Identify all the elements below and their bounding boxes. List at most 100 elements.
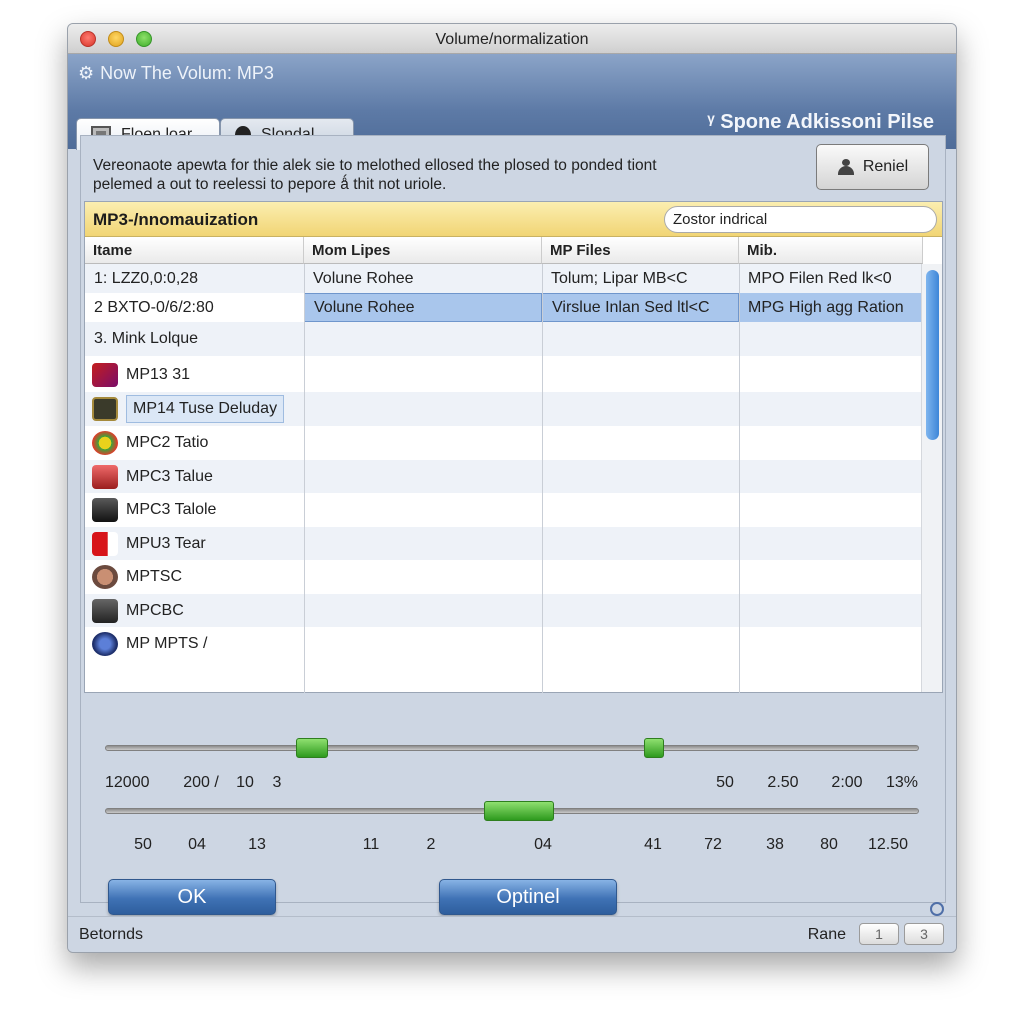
column-header-4[interactable]: Mib.: [739, 237, 923, 264]
terminal-icon: [92, 498, 118, 522]
cell-value: [739, 392, 923, 426]
cell-name: MP14 Tuse Deluday: [85, 392, 304, 426]
slider-2-label: 2: [426, 836, 436, 853]
slider-2-label: 13: [248, 836, 266, 853]
table-row[interactable]: MPCBC: [85, 594, 923, 627]
file-list-panel: MP3-/nnomauization Zostor indrical Itame…: [84, 201, 943, 693]
slider-1-handle-left[interactable]: [296, 738, 328, 758]
flower-icon: [92, 431, 118, 455]
page-button-1[interactable]: 1: [859, 923, 899, 945]
reset-button[interactable]: Reniel: [816, 144, 929, 190]
title-bar: Volume/normalization: [68, 24, 956, 54]
slider-1-label: 10: [236, 774, 254, 791]
cell-value: [542, 493, 739, 527]
cell-value: [304, 392, 542, 426]
cell-value: [739, 527, 923, 560]
gear-icon[interactable]: ⚙: [78, 63, 94, 84]
column-header-3[interactable]: MP Files: [542, 237, 739, 264]
column-header-2[interactable]: Mom Lipes: [304, 237, 542, 264]
page-button-2[interactable]: 3: [904, 923, 944, 945]
cell-value: [542, 392, 739, 426]
range-slider-1[interactable]: [105, 738, 919, 758]
table-row[interactable]: MPC2 Tatio: [85, 426, 923, 460]
table-row[interactable]: MPC3 Talue: [85, 460, 923, 493]
cell-value: [304, 594, 542, 627]
cell-value: [304, 426, 542, 460]
face-icon: [92, 565, 118, 589]
cell-value: Volune Rohee: [304, 293, 542, 322]
panel-header: MP3-/nnomauization Zostor indrical: [85, 202, 942, 237]
cell-value: [739, 322, 923, 356]
cell-value: [304, 493, 542, 527]
table-row[interactable]: MP MPTS /: [85, 627, 923, 661]
slider-2-label: 04: [534, 836, 552, 853]
slider-1-label: 50: [716, 774, 734, 791]
content-area: Vereonaote apewta for thie alek sie to m…: [80, 135, 946, 915]
table-row[interactable]: 2 BXTO-0/6/2:80 Volune Rohee Virslue Inlan…: [85, 293, 923, 322]
window-title: Volume/normalization: [435, 31, 589, 48]
table-row[interactable]: MP14 Tuse Deluday: [85, 392, 923, 426]
column-header-name[interactable]: Itame: [85, 237, 304, 264]
cell-value: [542, 322, 739, 356]
cell-value: [304, 460, 542, 493]
cell-value: [739, 560, 923, 594]
slider-1-label: 3: [272, 774, 282, 791]
cell-value: [739, 426, 923, 460]
app-window: Volume/normalization ⚙ Now The Volum: MP…: [67, 23, 957, 953]
option-button[interactable]: Optinel: [439, 879, 617, 915]
slider-2-label: 38: [766, 836, 784, 853]
slider-2-label: 11: [362, 836, 380, 853]
cell-name: 3. Mink Lolque: [94, 330, 199, 347]
cell-value: [304, 560, 542, 594]
table-row[interactable]: MP13 31: [85, 358, 923, 392]
table-row[interactable]: MPU3 Tear: [85, 527, 923, 560]
ok-button[interactable]: OK: [108, 879, 276, 915]
scrollbar[interactable]: [921, 264, 942, 692]
scrollbar-thumb[interactable]: [926, 270, 939, 440]
cell-value: Volune Rohee: [313, 269, 414, 287]
no-entry-icon: [92, 363, 118, 387]
slider-1-label: 2:00: [831, 774, 863, 791]
reset-button-label: Reniel: [862, 158, 909, 175]
slider-1-label: 13%: [885, 774, 919, 791]
app-icon: [92, 464, 118, 489]
status-right-text: Rane: [807, 926, 846, 943]
table-row[interactable]: MPTSC: [85, 560, 923, 594]
column-divider: [739, 264, 740, 693]
table-row[interactable]: 1: LZZ0,0:0,28 Volune Rohee Tolum; Lipar M…: [85, 264, 923, 293]
globe-icon: [92, 632, 118, 656]
cell-value: [739, 493, 923, 527]
table-row[interactable]: MPC3 Talole: [85, 493, 923, 527]
slider-1-label: 12000: [105, 774, 150, 791]
cell-value: [542, 594, 739, 627]
cell-name: MPTSC: [85, 560, 304, 594]
column-divider: [542, 264, 543, 693]
refresh-icon[interactable]: [930, 902, 944, 916]
cell-value: [739, 627, 923, 661]
cell-value: [304, 322, 542, 356]
cell-value: [542, 627, 739, 661]
cell-name: MPC3 Talue: [85, 460, 304, 493]
cell-name: MPU3 Tear: [85, 527, 304, 560]
slider-1-label: 200 /: [183, 774, 219, 791]
person-icon: [837, 159, 855, 175]
cell-name: 1: LZZ0,0:0,28: [94, 269, 199, 287]
search-field[interactable]: Zostor indrical: [664, 206, 937, 233]
cell-value: [739, 358, 923, 392]
slider-1-handle-right[interactable]: [644, 738, 664, 758]
column-divider: [304, 264, 305, 693]
flag-icon: [92, 531, 118, 556]
film-icon: [92, 397, 118, 421]
banner-title: Now The Volum: MP3: [100, 63, 274, 83]
range-slider-2[interactable]: [105, 801, 919, 821]
cell-value: [739, 594, 923, 627]
cell-value: [542, 460, 739, 493]
description-text: Vereonaote apewta for thie alek sie to m…: [93, 157, 657, 193]
cell-value: [542, 527, 739, 560]
table-row[interactable]: 3. Mink Lolque: [85, 322, 923, 356]
cell-value: [304, 527, 542, 560]
slider-2-handle[interactable]: [484, 801, 554, 821]
cell-value: MPG High agg Ration: [739, 293, 923, 322]
status-bar: Betornds Rane 1 3: [68, 916, 956, 952]
slider-2-label: 72: [704, 836, 722, 853]
